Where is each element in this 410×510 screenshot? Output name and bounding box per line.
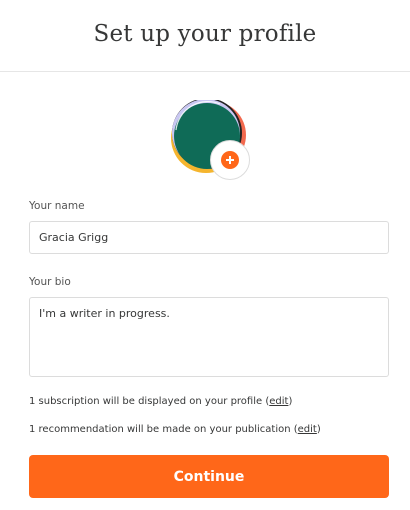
recommendation-note: 1 recommendation will be made on your pu…	[29, 424, 321, 435]
page-title: Set up your profile	[93, 21, 317, 47]
upload-photo-button[interactable]	[210, 140, 250, 180]
edit-recommendation-link[interactable]: edit	[298, 424, 317, 435]
subscription-note-text: 1 subscription will be displayed on your…	[29, 396, 270, 407]
header: Set up your profile	[0, 0, 410, 72]
bio-input[interactable]: I'm a writer in progress.	[29, 297, 389, 377]
recommendation-note-close: )	[316, 424, 321, 435]
avatar[interactable]	[170, 100, 254, 184]
edit-subscription-link[interactable]: edit	[269, 396, 288, 407]
bio-label: Your bio	[29, 276, 71, 288]
continue-button[interactable]: Continue	[29, 455, 389, 498]
name-label: Your name	[29, 200, 85, 212]
subscription-note-close: )	[288, 396, 293, 407]
plus-icon	[221, 151, 239, 169]
recommendation-note-text: 1 recommendation will be made on your pu…	[29, 424, 298, 435]
subscription-note: 1 subscription will be displayed on your…	[29, 396, 292, 407]
name-input[interactable]	[29, 221, 389, 254]
